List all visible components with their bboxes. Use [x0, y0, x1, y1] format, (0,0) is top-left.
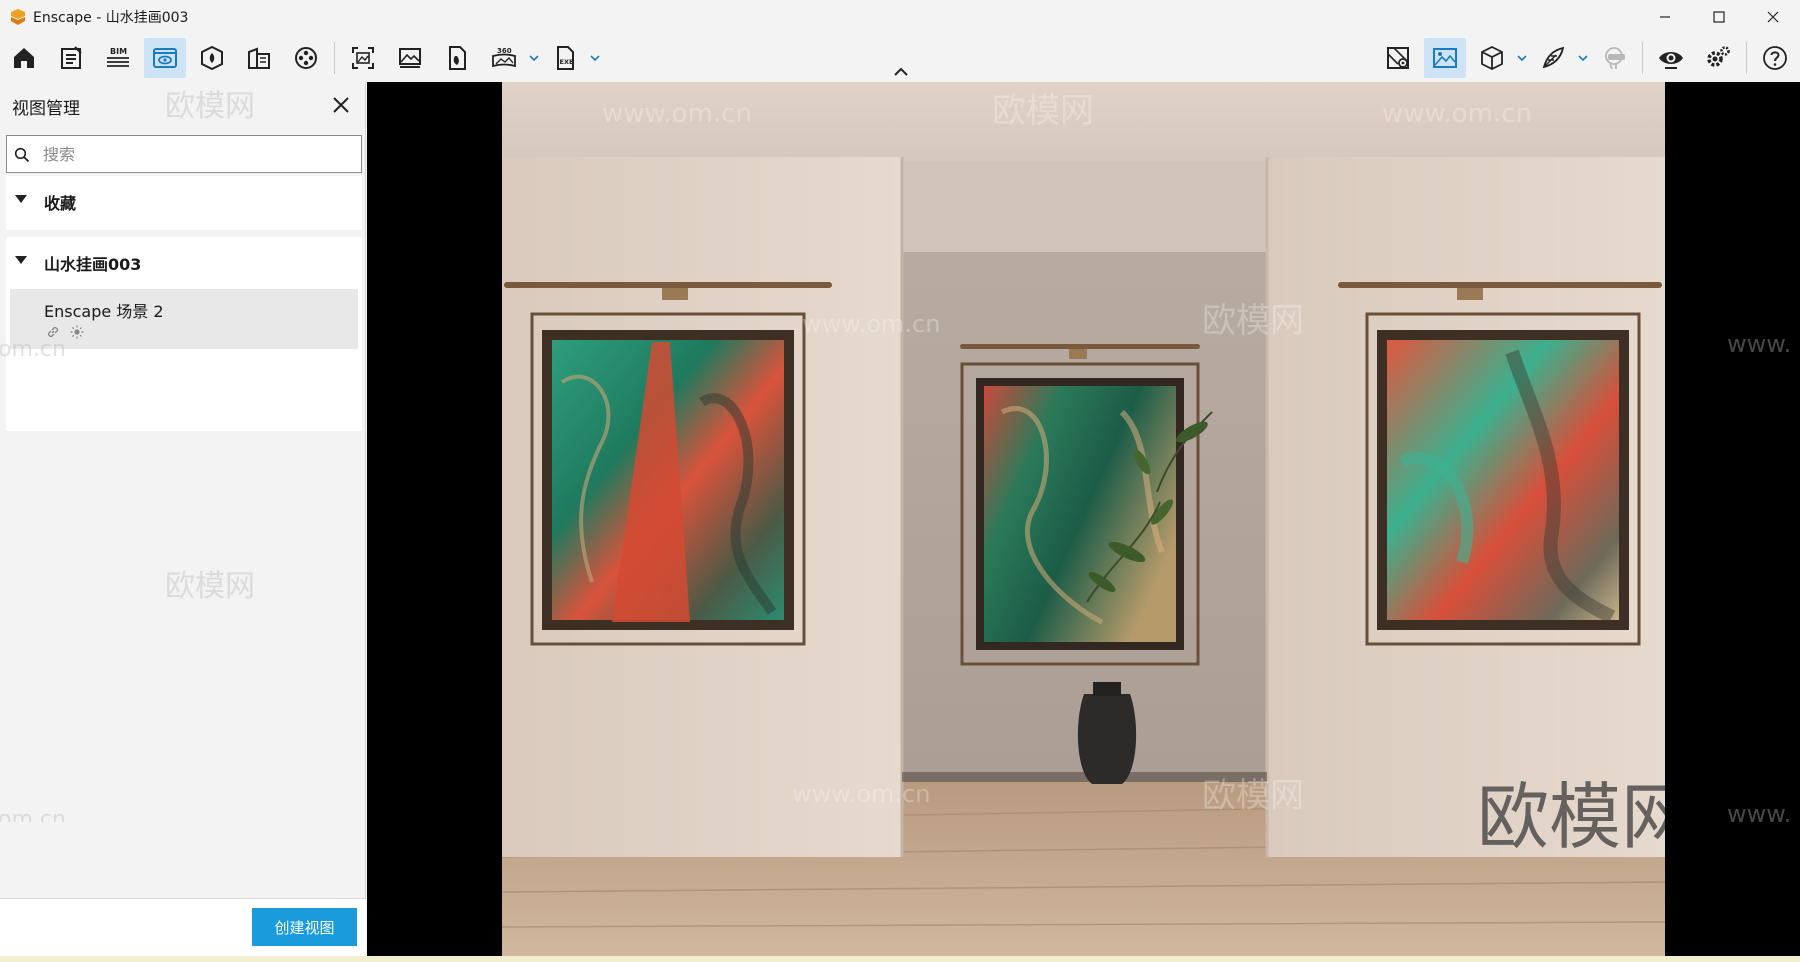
svg-text:www.: www.: [1727, 330, 1791, 358]
create-view-button[interactable]: 创建视图: [252, 908, 357, 946]
export-file-icon: [449, 46, 466, 70]
building-icon: [248, 47, 270, 69]
eye-button[interactable]: [1650, 38, 1692, 78]
project-label: 山水挂画003: [44, 255, 142, 274]
search-box: [6, 135, 362, 173]
panel-title: 视图管理: [12, 99, 80, 119]
toolbar-separator: [1746, 42, 1747, 74]
svg-text:www.om.cn: www.om.cn: [602, 99, 752, 129]
notes-icon: [61, 46, 82, 69]
svg-text:欧模网: 欧模网: [992, 91, 1094, 131]
svg-text:www.: www.: [1727, 800, 1791, 828]
bim-icon: BIM: [107, 47, 129, 67]
batch-render-icon: [399, 48, 421, 68]
exe-export-dropdown-icon[interactable]: [589, 52, 601, 64]
vr-headset-button[interactable]: [1593, 38, 1635, 78]
link-icon: [47, 326, 59, 338]
video-editor-icon: [295, 47, 317, 69]
minimize-button[interactable]: [1638, 0, 1692, 34]
feather-icon: [1542, 46, 1565, 69]
map-icon: [1387, 47, 1409, 69]
panel-header: 视图管理: [0, 82, 366, 126]
svg-text:欧模网: 欧模网: [1202, 776, 1304, 816]
building-button[interactable]: [238, 38, 280, 78]
toolbar-separator: [334, 42, 335, 74]
visual-settings-icon: [1433, 48, 1457, 68]
close-panel-icon[interactable]: [330, 94, 352, 116]
window-title: Enscape - 山水挂画003: [33, 10, 189, 26]
svg-text:欧模网: 欧模网: [1477, 775, 1665, 859]
maximize-icon: [1713, 11, 1725, 23]
render-viewport[interactable]: www.om.cn 欧模网 www.om.cn www.om.cn 欧模网 ww…: [367, 82, 1800, 956]
visual-settings-button[interactable]: [1424, 38, 1466, 78]
sun-icon: [70, 325, 84, 339]
expand-triangle-icon: [15, 256, 27, 264]
svg-text:www.om.cn: www.om.cn: [1382, 99, 1532, 129]
enscape-logo-icon: [11, 9, 25, 25]
expand-triangle-icon: [15, 195, 27, 203]
cube-button[interactable]: [1471, 38, 1513, 78]
screenshot-button[interactable]: [342, 38, 384, 78]
eye-icon: [1659, 52, 1683, 69]
bim-button[interactable]: BIM: [97, 38, 139, 78]
export-file-button[interactable]: [436, 38, 478, 78]
close-icon: [1767, 11, 1779, 23]
exe-export-icon: EXE: [557, 46, 574, 70]
title-bar: Enscape - 山水挂画003: [0, 0, 1800, 34]
close-window-button[interactable]: [1746, 0, 1800, 34]
feather-dropdown-icon[interactable]: [1577, 52, 1589, 64]
panorama-dropdown-icon[interactable]: [528, 52, 540, 64]
asset-library-button[interactable]: [191, 38, 233, 78]
cube-dropdown-icon[interactable]: [1516, 52, 1528, 64]
maximize-button[interactable]: [1692, 0, 1746, 34]
panel-footer: 创建视图: [0, 898, 366, 962]
screenshot-icon: [352, 47, 374, 69]
batch-render-button[interactable]: [389, 38, 431, 78]
home-icon: [14, 48, 34, 68]
rendered-scene-image: www.om.cn 欧模网 www.om.cn www.om.cn 欧模网 ww…: [502, 82, 1665, 956]
project-header[interactable]: 山水挂画003: [6, 237, 362, 285]
help-icon: [1763, 46, 1787, 70]
svg-text:欧模网: 欧模网: [1202, 301, 1304, 341]
video-editor-button[interactable]: [285, 38, 327, 78]
favorites-label: 收藏: [44, 194, 77, 213]
feather-button[interactable]: [1532, 38, 1574, 78]
exe-export-button[interactable]: EXE: [544, 38, 586, 78]
view-management-button[interactable]: [144, 38, 186, 78]
svg-text:BIM: BIM: [110, 47, 127, 56]
svg-text:EXE: EXE: [560, 58, 574, 66]
view-management-icon: [153, 48, 177, 68]
favorites-header[interactable]: 收藏: [6, 176, 362, 224]
panorama-icon: 360: [492, 47, 516, 68]
project-group: 山水挂画003 Enscape 场景 2: [6, 237, 362, 431]
notes-button[interactable]: [50, 38, 92, 78]
minimize-icon: [1660, 16, 1670, 18]
favorites-group: 收藏: [6, 176, 362, 230]
toolbar-separator: [1642, 42, 1643, 74]
cube-icon: [1481, 45, 1503, 71]
view-list-item[interactable]: Enscape 场景 2: [10, 289, 358, 349]
panorama-button[interactable]: 360: [483, 38, 525, 78]
settings-button[interactable]: [1697, 38, 1739, 78]
svg-text:www.om.cn: www.om.cn: [792, 780, 930, 808]
home-button[interactable]: [3, 38, 45, 78]
view-management-panel: 视图管理 收藏 山水挂画003 Enscape 场景 2 创建视图: [0, 82, 366, 962]
bottom-strip: [0, 956, 1800, 962]
view-name: Enscape 场景 2: [44, 302, 164, 321]
settings-icon: [1707, 46, 1730, 67]
vr-headset-icon: [1605, 47, 1625, 70]
asset-library-icon: [201, 45, 223, 71]
svg-text:www.om.cn: www.om.cn: [802, 310, 940, 338]
help-button[interactable]: [1754, 38, 1796, 78]
search-input[interactable]: [43, 142, 353, 166]
search-icon: [14, 147, 30, 163]
collapse-toolbar-icon[interactable]: [892, 66, 910, 78]
map-button[interactable]: [1377, 38, 1419, 78]
